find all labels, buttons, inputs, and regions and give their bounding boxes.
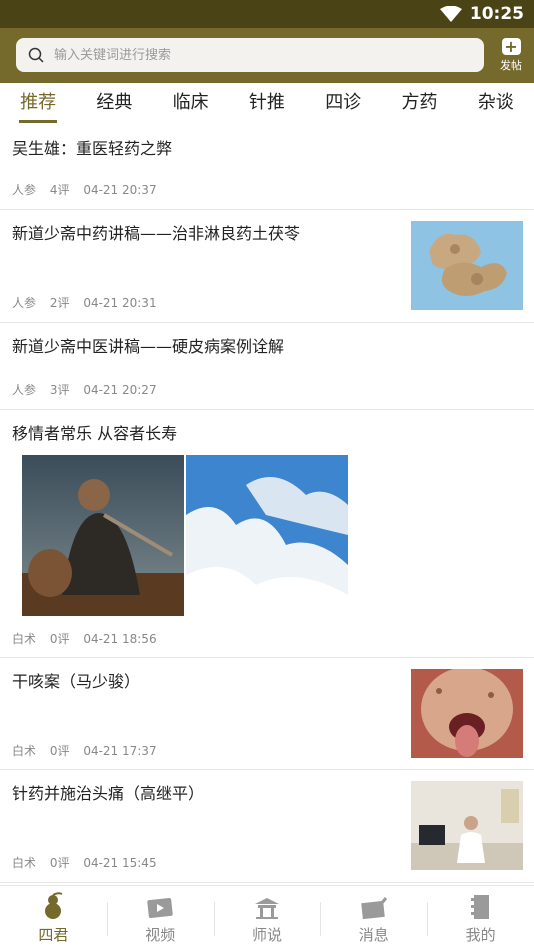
post-thumbnail [411, 221, 523, 310]
category-tabs: 推荐 经典 临床 针推 四诊 方药 杂谈 [0, 83, 534, 125]
tab-clinical[interactable]: 临床 [153, 83, 229, 125]
post-title: 吴生雄：重医轻药之弊 [12, 139, 173, 158]
post-title: 新道少斋中医讲稿——硬皮病案例诠解 [12, 337, 285, 356]
list-item[interactable]: 新道少斋中药讲稿——治非淋良药土茯苓 人参 2评 04-21 20:31 [0, 210, 534, 323]
plus-icon: + [501, 38, 521, 55]
status-time: 10:25 [469, 4, 524, 24]
list-item[interactable]: 新道少斋中医讲稿——硬皮病案例诠解 人参 3评 04-21 20:27 [0, 323, 534, 410]
tab-diagnosis[interactable]: 四诊 [305, 83, 381, 125]
post-image [22, 455, 184, 616]
post-author: 白术 [12, 632, 37, 646]
list-item[interactable]: 吴生雄：重医轻药之弊 人参 4评 04-21 20:37 [0, 125, 534, 210]
wifi-icon [439, 6, 462, 22]
post-thumbnail [411, 781, 523, 870]
status-bar: 10:25 [0, 0, 534, 28]
post-time: 04-21 20:27 [83, 383, 157, 397]
post-meta: 人参 4评 04-21 20:37 [12, 181, 167, 198]
post-time: 04-21 20:37 [83, 183, 157, 197]
post-comments: 0评 [49, 744, 70, 758]
nav-label: 消息 [358, 926, 389, 944]
nav-label: 视频 [145, 926, 176, 944]
nav-teacher[interactable]: 师说 [213, 886, 321, 949]
book-icon [470, 895, 489, 919]
post-title: 移情者常乐 从容者长寿 [12, 424, 178, 443]
post-comments: 0评 [49, 632, 70, 646]
nav-video[interactable]: 视频 [106, 886, 214, 949]
post-title: 新道少斋中药讲稿——治非淋良药土茯苓 [12, 224, 301, 243]
post-author: 白术 [12, 856, 37, 870]
search-input[interactable] [54, 47, 454, 63]
post-comments: 0评 [49, 856, 70, 870]
post-button[interactable]: + 发帖 [494, 38, 528, 76]
app-header: + 发帖 [0, 28, 534, 83]
tab-recommend[interactable]: 推荐 [0, 83, 76, 125]
post-meta: 白术 0评 04-21 17:37 [12, 742, 167, 759]
post-comments: 3评 [49, 383, 70, 397]
post-comments: 2评 [49, 296, 70, 310]
post-meta: 白术 0评 04-21 15:45 [12, 854, 167, 871]
search-icon [28, 47, 44, 63]
nav-messages[interactable]: 消息 [320, 886, 427, 949]
nav-label: 师说 [251, 926, 282, 944]
post-time: 04-21 20:31 [83, 296, 157, 310]
tab-acupuncture[interactable]: 针推 [229, 83, 305, 125]
post-title: 针药并施治头痛（高继平） [12, 784, 205, 803]
nav-sijun[interactable]: 四君 [0, 886, 107, 949]
pavilion-icon [254, 898, 279, 919]
post-thumbnail [411, 669, 523, 758]
post-time: 04-21 18:56 [83, 632, 157, 646]
post-author: 人参 [12, 183, 37, 197]
post-time: 04-21 15:45 [83, 856, 157, 870]
post-meta: 人参 3评 04-21 20:27 [12, 381, 167, 398]
post-meta: 白术 0评 04-21 18:56 [12, 630, 167, 647]
post-comments: 4评 [49, 183, 70, 197]
bottom-nav: 四君 视频 师说 消息 我的 [0, 885, 534, 949]
post-author: 白术 [12, 744, 37, 758]
tab-misc[interactable]: 杂谈 [458, 83, 534, 125]
list-item[interactable]: 针药并施治头痛（高继平） 白术 0评 04-21 15:45 [0, 770, 534, 883]
nav-label: 我的 [465, 926, 496, 944]
post-time: 04-21 17:37 [83, 744, 157, 758]
nav-mine[interactable]: 我的 [427, 886, 534, 949]
tab-prescription[interactable]: 方药 [381, 83, 457, 125]
post-author: 人参 [12, 296, 37, 310]
post-button-label: 发帖 [500, 59, 522, 72]
post-title: 干咳案（马少骏） [12, 672, 141, 691]
gourd-icon [45, 892, 63, 919]
video-icon [147, 897, 173, 919]
search-box[interactable] [16, 38, 484, 72]
list-item[interactable]: 移情者常乐 从容者长寿 白术 0评 04-21 18:56 [0, 410, 534, 658]
message-icon [361, 897, 387, 920]
post-meta: 人参 2评 04-21 20:31 [12, 294, 167, 311]
tab-classic[interactable]: 经典 [76, 83, 152, 125]
post-author: 人参 [12, 383, 37, 397]
post-feed: 吴生雄：重医轻药之弊 人参 4评 04-21 20:37 新道少斋中药讲稿——治… [0, 125, 534, 883]
post-image [186, 455, 348, 616]
nav-label: 四君 [38, 926, 69, 944]
list-item[interactable]: 干咳案（马少骏） 白术 0评 04-21 17:37 [0, 658, 534, 770]
